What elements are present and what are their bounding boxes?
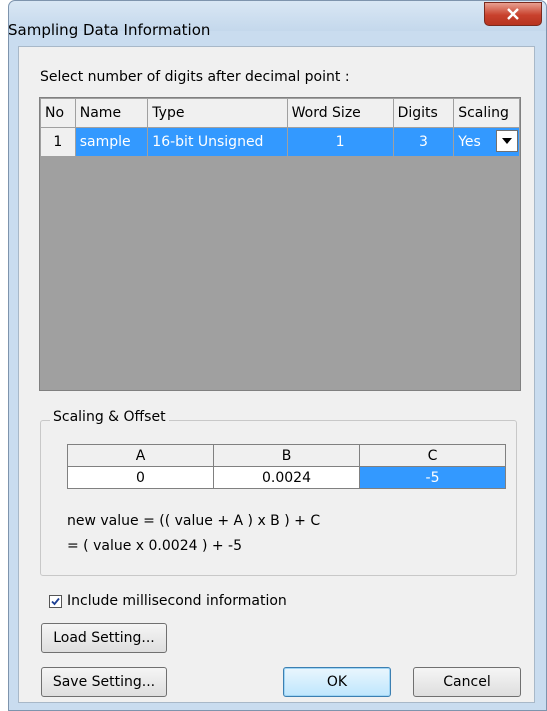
grid-header-row: No Name Type Word Size Digits Scaling [40, 98, 520, 128]
so-header-b: B [213, 444, 360, 467]
cell-word-size[interactable]: 1 [286, 127, 394, 157]
col-header-type[interactable]: Type [147, 98, 288, 128]
scaling-value: Yes [458, 134, 481, 150]
col-header-name[interactable]: Name [74, 98, 149, 128]
cell-scaling[interactable]: Yes [453, 127, 520, 157]
include-ms-checkbox[interactable] [49, 594, 62, 608]
variables-grid[interactable]: No Name Type Word Size Digits Scaling 1 … [39, 97, 521, 391]
dialog-client-area: Select number of digits after decimal po… [18, 46, 535, 703]
so-value-a[interactable]: 0 [67, 466, 214, 489]
load-setting-button[interactable]: Load Setting... [41, 623, 167, 653]
window-title: Sampling Data Information [8, 21, 211, 39]
scaling-offset-table[interactable]: A B C 0 0.0024 -5 [67, 444, 506, 489]
cancel-button[interactable]: Cancel [413, 667, 521, 697]
cell-type[interactable]: 16-bit Unsigned [147, 127, 288, 157]
so-value-c[interactable]: -5 [359, 466, 506, 489]
so-header-a: A [67, 444, 214, 467]
so-value-b[interactable]: 0.0024 [213, 466, 360, 489]
col-header-word-size[interactable]: Word Size [286, 98, 394, 128]
checkmark-icon [51, 597, 60, 605]
dropdown-arrow-icon[interactable] [496, 130, 518, 152]
col-header-digits[interactable]: Digits [392, 98, 455, 128]
col-header-scaling[interactable]: Scaling [453, 98, 520, 128]
so-header-c: C [359, 444, 506, 467]
close-icon [507, 8, 519, 20]
col-header-no[interactable]: No [40, 98, 76, 128]
cell-digits[interactable]: 3 [392, 127, 455, 157]
formula-line-2: = ( value x 0.0024 ) + -5 [67, 538, 243, 554]
scaling-offset-label: Scaling & Offset [50, 409, 169, 425]
cell-no[interactable]: 1 [40, 127, 76, 157]
table-row[interactable]: 1 sample 16-bit Unsigned 1 3 Yes [40, 127, 520, 157]
ok-button[interactable]: OK [283, 667, 391, 697]
cell-name[interactable]: sample [74, 127, 149, 157]
include-ms-label: Include millisecond information [67, 593, 287, 609]
include-ms-option[interactable]: Include millisecond information [49, 593, 287, 609]
instruction-label: Select number of digits after decimal po… [40, 69, 350, 85]
save-setting-button[interactable]: Save Setting... [41, 667, 167, 697]
formula-line-1: new value = (( value + A ) x B ) + C [67, 513, 321, 529]
close-button[interactable] [484, 2, 542, 26]
